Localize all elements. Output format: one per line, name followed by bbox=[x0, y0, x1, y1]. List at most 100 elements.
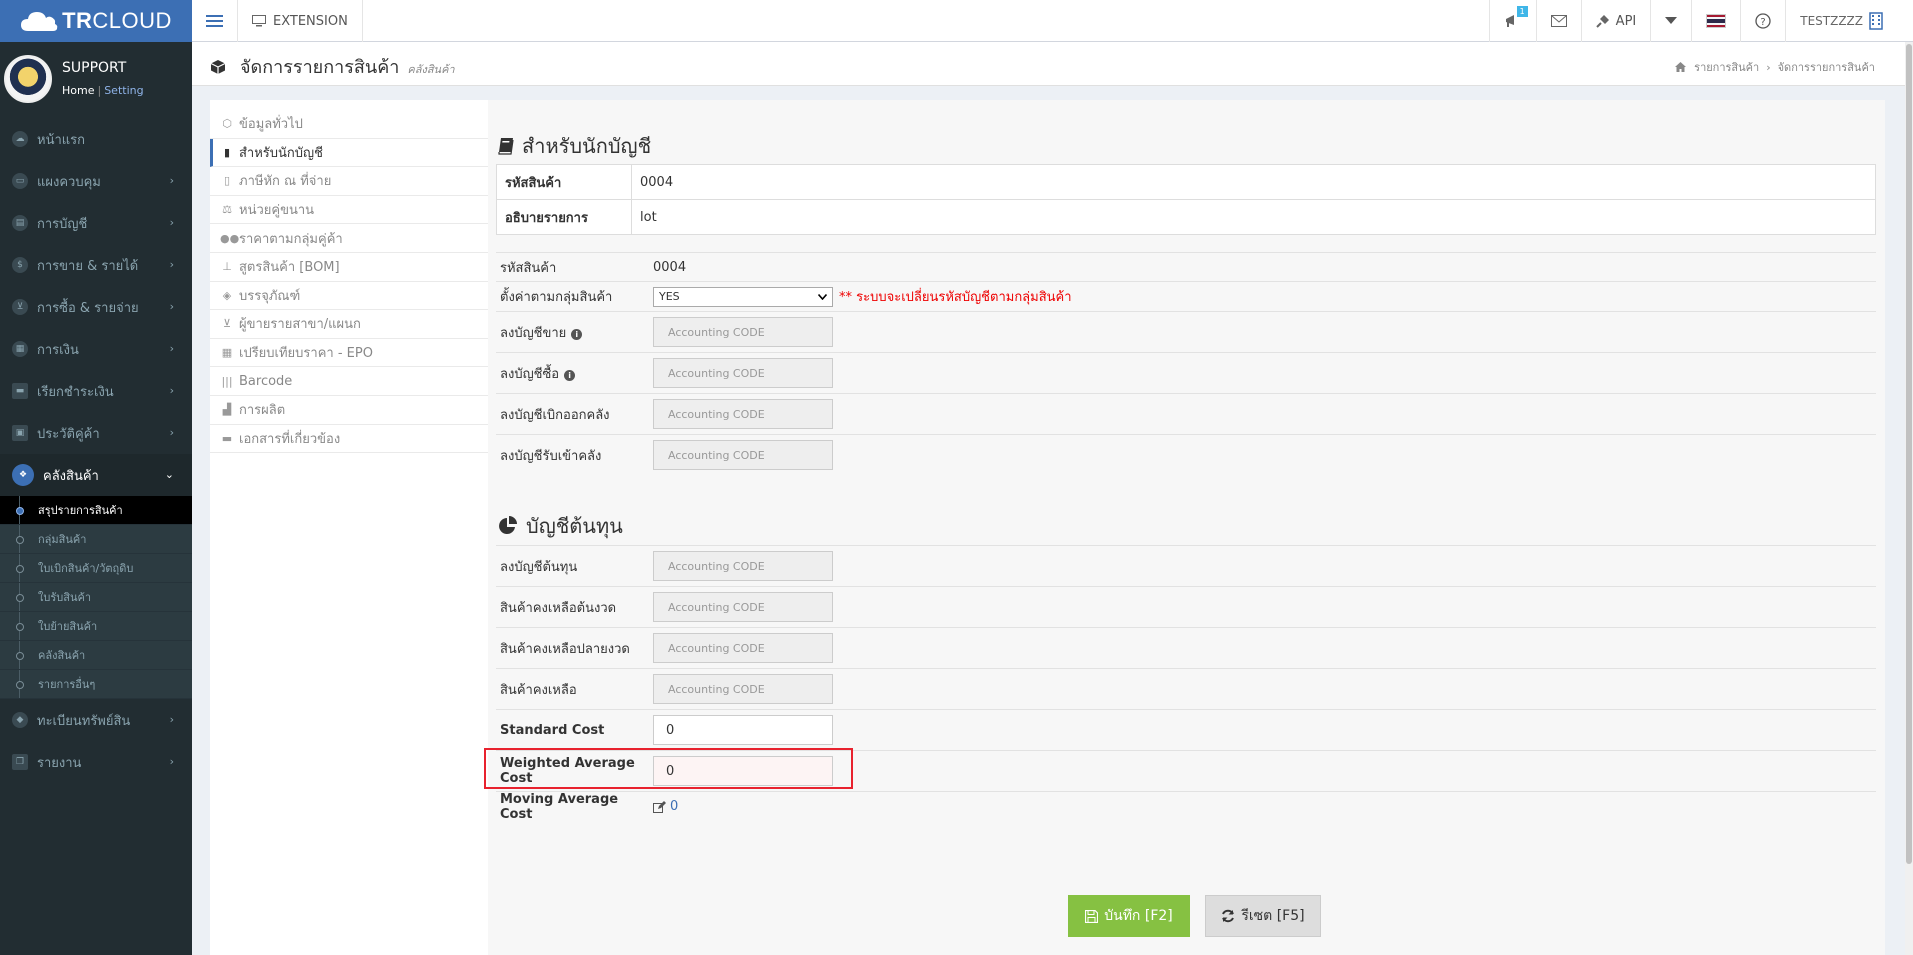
messages-button[interactable] bbox=[1535, 0, 1581, 42]
group-setting-select[interactable]: YES bbox=[653, 286, 833, 307]
cube-icon bbox=[210, 59, 226, 74]
sidebar-item-partners[interactable]: ▣ ประวัติคู่ค้า › bbox=[0, 412, 192, 454]
sidebar-item-home[interactable]: ☁ หน้าแรก bbox=[0, 118, 192, 160]
page-scrollbar[interactable] bbox=[1905, 42, 1913, 955]
cost-section-title: บัญชีต้นทุน bbox=[498, 510, 623, 542]
home-link[interactable]: Home bbox=[62, 84, 94, 97]
industry-icon: ▟ bbox=[222, 403, 232, 417]
balance-scale-icon: ⚖ bbox=[222, 203, 232, 217]
table-row: อธิบายรายการ lot bbox=[496, 199, 1876, 235]
group-setting-warning: ** ระบบจะเปลี่ยนรหัสบัญชีตามกลุ่มสินค้า bbox=[839, 290, 1072, 305]
breadcrumb: รายการสินค้า › จัดการรายการสินค้า bbox=[1675, 58, 1875, 76]
submenu-item-label: คลังสินค้า bbox=[38, 649, 86, 662]
dropdown-toggle[interactable] bbox=[1650, 0, 1691, 42]
submenu-item-warehouse[interactable]: คลังสินค้า bbox=[0, 641, 192, 670]
purchase-account-input[interactable]: Accounting CODE bbox=[653, 358, 833, 388]
sidebar-item-accounting[interactable]: ▤ การบัญชี › bbox=[0, 202, 192, 244]
sidebar-toggle-button[interactable] bbox=[192, 0, 238, 42]
language-button[interactable] bbox=[1691, 0, 1740, 42]
notifications-button[interactable]: 1 bbox=[1488, 0, 1536, 42]
submenu-item-label: กลุ่มสินค้า bbox=[38, 533, 87, 546]
tab-parallel-units[interactable]: ⚖ หน่วยคู่ขนาน bbox=[210, 196, 488, 225]
breadcrumb-link-products[interactable]: รายการสินค้า bbox=[1694, 58, 1759, 76]
tab-branch-vendors[interactable]: ⊻ ผู้ขายรายสาขา/แผนก bbox=[210, 310, 488, 339]
reset-button-label: รีเซต [F5] bbox=[1241, 908, 1305, 924]
cubes-icon: ❖ bbox=[12, 464, 34, 486]
sidebar-item-label: คลังสินค้า bbox=[43, 468, 99, 484]
tab-label: การผลิต bbox=[239, 403, 286, 419]
book-icon: ▮ bbox=[223, 145, 231, 159]
building-icon bbox=[1869, 12, 1883, 30]
monitor-icon: ▭ bbox=[12, 173, 28, 189]
sidebar-item-label: ประวัติคู่ค้า bbox=[37, 426, 100, 442]
submenu-item-others[interactable]: รายการอื่นๆ bbox=[0, 670, 192, 699]
save-button[interactable]: บันทึก [F2] bbox=[1068, 895, 1190, 937]
save-button-label: บันทึก [F2] bbox=[1104, 908, 1173, 924]
tab-packaging[interactable]: ◈ บรรจุภัณฑ์ bbox=[210, 282, 488, 311]
scrollbar-thumb[interactable] bbox=[1906, 44, 1912, 864]
chevron-right-icon: › bbox=[169, 426, 174, 439]
sidebar-item-inventory[interactable]: ❖ คลังสินค้า ⌄ bbox=[0, 454, 192, 496]
app-logo[interactable]: TR CLOUD bbox=[0, 0, 192, 42]
section-title-text: บัญชีต้นทุน bbox=[526, 514, 623, 538]
user-menu[interactable]: TESTZZZZ bbox=[1785, 0, 1913, 42]
tab-label: ภาษีหัก ณ ที่จ่าย bbox=[239, 174, 332, 190]
sidebar-item-finance[interactable]: ▦ การเงิน › bbox=[0, 328, 192, 370]
field-label: ลงบัญชีต้นทุน bbox=[500, 559, 578, 575]
closing-inventory-input[interactable]: Accounting CODE bbox=[653, 633, 833, 663]
section-title-text: สำหรับนักบัญชี bbox=[522, 134, 652, 158]
tab-price-compare-epo[interactable]: ▦ เปรียบเทียบราคา - EPO bbox=[210, 339, 488, 368]
submenu-item-requisition[interactable]: ใบเบิกสินค้า/วัตถุดิบ bbox=[0, 554, 192, 583]
api-button[interactable]: API bbox=[1580, 0, 1651, 42]
info-circle-icon[interactable]: i bbox=[564, 369, 576, 381]
calendar-icon: ▦ bbox=[12, 341, 28, 357]
tab-barcode[interactable]: ||| Barcode bbox=[210, 367, 488, 396]
submenu-item-transfer[interactable]: ใบย้ายสินค้า bbox=[0, 612, 192, 641]
sidebar-item-sales[interactable]: $ การขาย & รายได้ › bbox=[0, 244, 192, 286]
moving-average-cost-edit-link[interactable]: 0 bbox=[653, 799, 678, 814]
submenu-item-label: รายการอื่นๆ bbox=[38, 678, 96, 691]
sidebar-item-reports[interactable]: ❐ รายงาน › bbox=[0, 741, 192, 783]
tab-label: ข้อมูลทั่วไป bbox=[239, 117, 303, 133]
sidebar-item-dashboard[interactable]: ▭ แผงควบคุม › bbox=[0, 160, 192, 202]
extension-label: EXTENSION bbox=[273, 13, 348, 29]
sidebar-item-label: หน้าแรก bbox=[37, 132, 85, 148]
issue-account-input[interactable]: Accounting CODE bbox=[653, 399, 833, 429]
tab-general[interactable]: ⬡ ข้อมูลทั่วไป bbox=[210, 110, 488, 139]
submenu-item-product-group[interactable]: กลุ่มสินค้า bbox=[0, 525, 192, 554]
tab-label: ราคาตามกลุ่มคู่ค้า bbox=[239, 231, 343, 247]
input-placeholder: Accounting CODE bbox=[668, 366, 765, 380]
sidebar-item-label: การเงิน bbox=[37, 342, 79, 358]
submenu-item-product-summary[interactable]: สรุปรายการสินค้า bbox=[0, 496, 192, 525]
info-circle-icon[interactable]: i bbox=[571, 328, 583, 340]
home-icon bbox=[1675, 62, 1687, 72]
select-value: YES bbox=[659, 290, 680, 303]
caret-down-icon bbox=[1665, 17, 1678, 24]
tab-bom[interactable]: ⊥ สูตรสินค้า [BOM] bbox=[210, 253, 488, 282]
sidebar-item-purchases[interactable]: ⊻ การซื้อ & รายจ่าย › bbox=[0, 286, 192, 328]
tab-partner-group-price[interactable]: ●● ราคาตามกลุ่มคู่ค้า bbox=[210, 224, 488, 253]
sidebar-item-assets[interactable]: ◆ ทะเบียนทรัพย์สิน › bbox=[0, 699, 192, 741]
standard-cost-input[interactable]: 0 bbox=[653, 715, 833, 745]
setting-link[interactable]: Setting bbox=[104, 84, 143, 97]
help-button[interactable]: ? bbox=[1740, 0, 1785, 42]
extension-button[interactable]: EXTENSION bbox=[238, 0, 363, 42]
cost-account-input[interactable]: Accounting CODE bbox=[653, 551, 833, 581]
sales-account-input[interactable]: Accounting CODE bbox=[653, 317, 833, 347]
sidebar-item-billing[interactable]: ▬ เรียกชำระเงิน › bbox=[0, 370, 192, 412]
content-header: จัดการรายการสินค้า คลังสินค้า รายการสินค… bbox=[192, 42, 1905, 86]
reset-button[interactable]: รีเซต [F5] bbox=[1205, 895, 1321, 937]
tab-production[interactable]: ▟ การผลิต bbox=[210, 396, 488, 425]
submenu-item-goods-receipt[interactable]: ใบรับสินค้า bbox=[0, 583, 192, 612]
form-row-receive-account: ลงบัญชีรับเข้าคลัง Accounting CODE bbox=[496, 434, 1876, 475]
diamond-icon: ◆ bbox=[12, 712, 28, 728]
info-value: 0004 bbox=[631, 164, 1876, 200]
tab-accountant[interactable]: ▮ สำหรับนักบัญชี bbox=[210, 138, 488, 168]
tab-related-documents[interactable]: ▬ เอกสารที่เกี่ยวข้อง bbox=[210, 425, 488, 454]
username-label: TESTZZZZ bbox=[1800, 14, 1863, 28]
receive-account-input[interactable]: Accounting CODE bbox=[653, 440, 833, 470]
inventory-account-input[interactable]: Accounting CODE bbox=[653, 674, 833, 704]
tab-withholding-tax[interactable]: ▯ ภาษีหัก ณ ที่จ่าย bbox=[210, 167, 488, 196]
form-row-closing-inventory: สินค้าคงเหลือปลายงวด Accounting CODE bbox=[496, 627, 1876, 668]
opening-inventory-input[interactable]: Accounting CODE bbox=[653, 592, 833, 622]
